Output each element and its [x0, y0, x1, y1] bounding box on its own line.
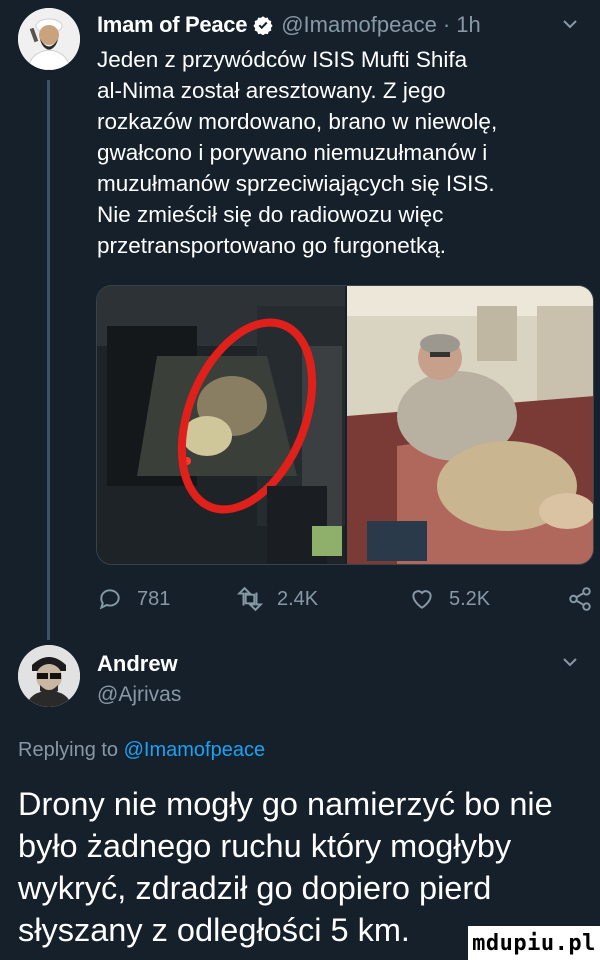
reply-text-line: Drony nie mogły go namierzyć bo nie: [18, 786, 553, 822]
share-action[interactable]: [567, 583, 600, 615]
tweet-original[interactable]: Imam of Peace @Imamofpeace · 1h Jeden z …: [0, 0, 600, 640]
tweet-actions: 781 2.4K 5.2K: [97, 583, 597, 615]
tweet-time[interactable]: · 1h: [443, 12, 481, 38]
reply-author-name[interactable]: Andrew: [97, 651, 178, 677]
author-name[interactable]: Imam of Peace: [97, 12, 247, 38]
heart-icon: [412, 590, 432, 609]
tweet-text-line: Jeden z przywódców ISIS Mufti Shifa: [97, 47, 468, 72]
like-count: 5.2K: [449, 587, 491, 610]
tweet-text-line: Nie zmieścił się do radiowozu więc: [97, 202, 444, 227]
reply-count: 781: [137, 587, 171, 610]
tweet-media[interactable]: [96, 285, 594, 565]
media-photo-right[interactable]: [347, 286, 594, 565]
reply-text-line: wykryć, zdradził go dopiero pierd: [18, 870, 492, 906]
reply-text-line: było żadnego ruchu który mogłyby: [18, 828, 512, 864]
replying-to: Replying to @Imamofpeace: [18, 739, 265, 762]
retweet-icon: [237, 586, 263, 612]
tweet-text-line: rozkazów mordowano, brano w niewolę,: [97, 109, 498, 134]
chevron-down-icon[interactable]: [560, 652, 580, 672]
share-icon: [569, 587, 591, 611]
reply-author-avatar[interactable]: [18, 645, 80, 707]
site-watermark: mdupiu.pl: [468, 926, 600, 960]
replying-to-handle-link[interactable]: @Imamofpeace: [124, 739, 265, 761]
reply-author-handle[interactable]: @Ajrivas: [97, 683, 181, 707]
replying-to-label: Replying to: [18, 739, 119, 761]
verified-badge-icon: [253, 16, 273, 35]
reply-action[interactable]: 781: [97, 583, 170, 615]
tweet-text-line: przetransportowano go furgonetką.: [97, 233, 446, 258]
tweet-text-line: muzułmanów sprzeciwiających się ISIS.: [97, 171, 495, 196]
like-action[interactable]: 5.2K: [409, 583, 490, 615]
retweet-action[interactable]: 2.4K: [237, 583, 318, 615]
author-avatar[interactable]: [18, 8, 80, 70]
retweet-count: 2.4K: [277, 587, 319, 610]
tweet-text-line: al-Nima został aresztowany. Z jego: [97, 78, 446, 103]
chevron-down-icon[interactable]: [560, 14, 580, 34]
tweet-text: Jeden z przywódców ISIS Mufti Shifa al-N…: [97, 44, 567, 261]
reply-icon: [99, 589, 120, 610]
tweet-header: Imam of Peace @Imamofpeace · 1h: [97, 10, 580, 40]
thread-line: [47, 80, 50, 640]
author-handle[interactable]: @Imamofpeace: [281, 12, 437, 38]
tweet-text-line: gwałcono i porywano niemuzułmanów i: [97, 140, 488, 165]
media-photo-left[interactable]: [97, 286, 345, 565]
